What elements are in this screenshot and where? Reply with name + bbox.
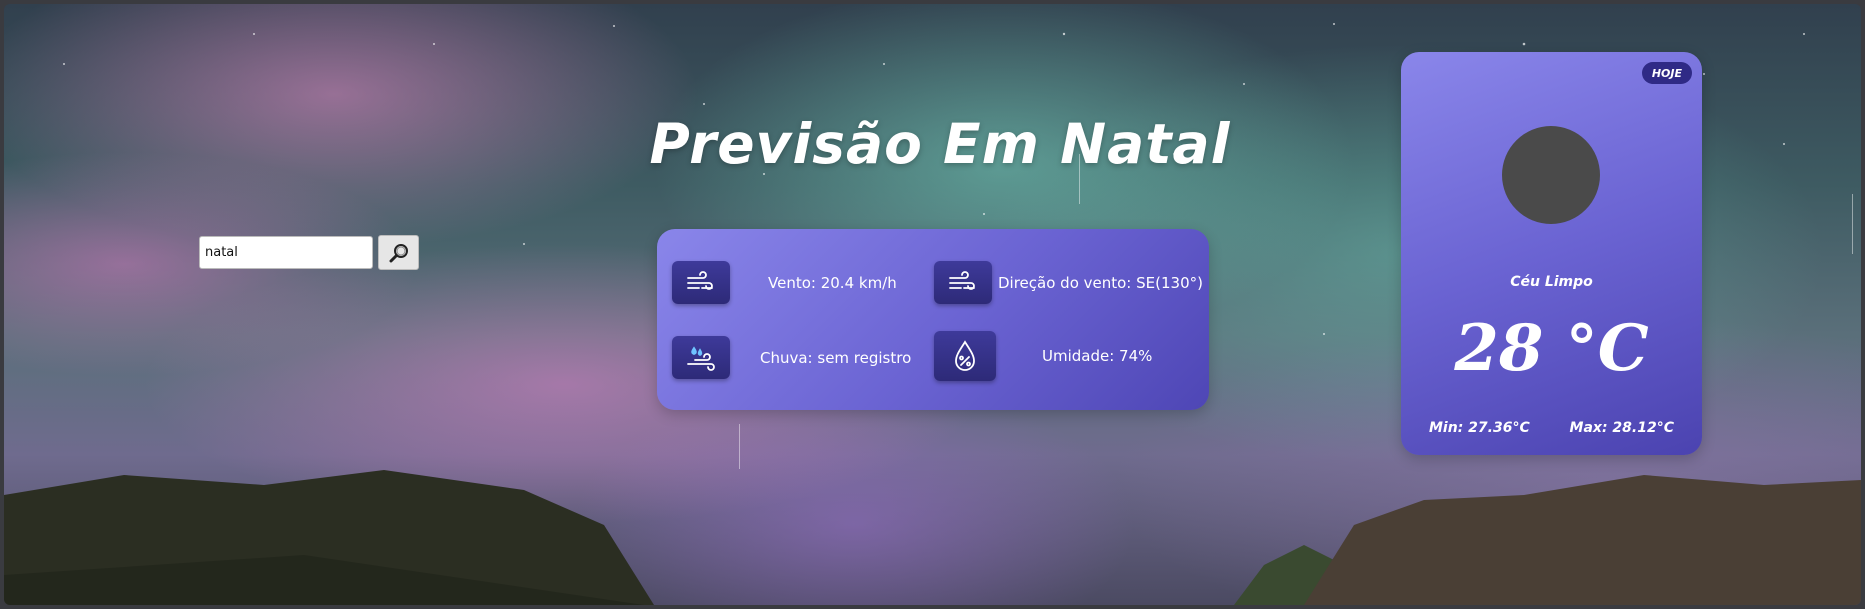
wind-speed-item: Vento: 20.4 km/h (672, 261, 897, 304)
mountains-silhouette (4, 470, 1861, 605)
wind-direction-label: Direção do vento: SE(130°) (998, 273, 1203, 292)
wind-icon (672, 261, 730, 304)
weather-details-panel: Vento: 20.4 km/h Direção do vento: SE(13… (657, 229, 1209, 410)
min-temperature: Min: 27.36°C (1429, 420, 1530, 436)
city-search-input[interactable] (199, 236, 373, 269)
search-button[interactable] (378, 235, 419, 270)
wind-icon (934, 261, 992, 304)
today-badge: HOJE (1641, 62, 1692, 84)
rain-wind-icon (672, 336, 730, 379)
today-weather-card: HOJE Céu Limpo 28 °C Min: 27.36°C Max: 2… (1401, 52, 1702, 455)
weather-condition: Céu Limpo (1510, 274, 1593, 290)
weather-condition-icon (1502, 126, 1600, 224)
wind-speed-label: Vento: 20.4 km/h (768, 273, 897, 292)
humidity-item: Umidade: 74% (934, 331, 1152, 381)
wind-direction-item: Direção do vento: SE(130°) (934, 261, 1203, 304)
current-temperature: 28 °C (1454, 311, 1649, 386)
search-bar (199, 235, 419, 270)
rain-label: Chuva: sem registro (760, 348, 912, 367)
magnifier-icon (389, 243, 408, 262)
humidity-icon (934, 331, 996, 381)
humidity-label: Umidade: 74% (1042, 347, 1153, 365)
page-title: Previsão Em Natal (649, 112, 1231, 176)
rain-item: Chuva: sem registro (672, 336, 911, 379)
max-temperature: Max: 28.12°C (1569, 420, 1674, 436)
